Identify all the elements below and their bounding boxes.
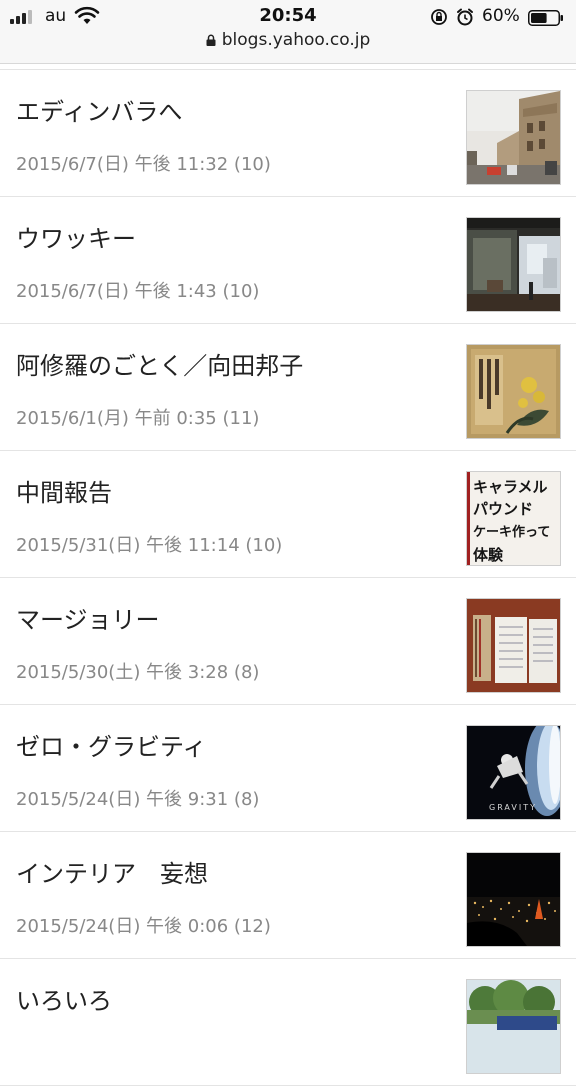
note-line: パウンド: [473, 500, 533, 518]
battery-percentage: 60%: [482, 6, 520, 26]
street-photo-thumbnail[interactable]: [466, 90, 561, 185]
post-meta: 2015/6/1(月) 午前 0:35 (11): [16, 408, 260, 429]
alarm-icon: [457, 8, 473, 26]
post-title[interactable]: ウワッキー: [16, 219, 136, 254]
post-title[interactable]: 阿修羅のごとく／向田邦子: [16, 346, 303, 381]
post-title[interactable]: エディンバラへ: [16, 92, 182, 127]
poster-title: GRAVITY: [489, 803, 537, 812]
post-meta: 2015/6/7(日) 午後 11:32 (10): [16, 154, 271, 175]
list-item[interactable]: ウワッキー 2015/6/7(日) 午後 1:43 (10): [0, 197, 576, 324]
movie-poster-photo-thumbnail[interactable]: GRAVITY: [466, 725, 561, 820]
list-item[interactable]: インテリア 妄想 2015/5/24(日) 午後 0:06 (12): [0, 832, 576, 959]
post-meta: 2015/5/24(日) 午後 9:31 (8): [16, 789, 260, 810]
notebooks-photo-thumbnail[interactable]: [466, 598, 561, 693]
note-line: 体験: [473, 546, 504, 564]
trees-photo-thumbnail[interactable]: [466, 979, 561, 1074]
post-title[interactable]: マージョリー: [16, 600, 160, 635]
cafe-window-photo-thumbnail[interactable]: [466, 217, 561, 312]
post-title[interactable]: ゼロ・グラビティ: [16, 727, 207, 762]
night-city-photo-thumbnail[interactable]: [466, 852, 561, 947]
list-item[interactable]: 阿修羅のごとく／向田邦子 2015/6/1(月) 午前 0:35 (11): [0, 324, 576, 451]
list-item[interactable]: 中間報告 2015/5/31(日) 午後 11:14 (10) キャラメル パウ…: [0, 451, 576, 578]
book-cover-photo-thumbnail[interactable]: [466, 344, 561, 439]
note-line: ケーキ作って: [473, 524, 550, 540]
status-bar: au 20:54 60% blogs.yahoo.co.jp: [0, 0, 576, 64]
post-title[interactable]: 中間報告: [16, 473, 112, 508]
post-title[interactable]: いろいろ: [16, 981, 112, 1016]
list-item[interactable]: エディンバラへ 2015/6/7(日) 午後 11:32 (10): [0, 70, 576, 197]
lock-icon: [206, 34, 216, 46]
note-line: キャラメル: [473, 478, 548, 496]
address-bar[interactable]: blogs.yahoo.co.jp: [0, 30, 576, 54]
post-meta: 2015/5/31(日) 午後 11:14 (10): [16, 535, 283, 556]
post-meta: 2015/5/30(土) 午後 3:28 (8): [16, 662, 260, 683]
post-meta: 2015/5/24(日) 午後 0:06 (12): [16, 916, 271, 937]
blog-post-list: エディンバラへ 2015/6/7(日) 午後 11:32 (10) ウワッキー …: [0, 64, 576, 1086]
handwritten-note-photo-thumbnail[interactable]: キャラメル パウンド ケーキ作って 体験: [466, 471, 561, 566]
list-item[interactable]: ゼロ・グラビティ 2015/5/24(日) 午後 9:31 (8) GRAVIT…: [0, 705, 576, 832]
battery-icon: [528, 10, 563, 26]
list-item[interactable]: いろいろ: [0, 959, 576, 1086]
post-title[interactable]: インテリア 妄想: [16, 854, 208, 889]
list-item[interactable]: マージョリー 2015/5/30(土) 午後 3:28 (8): [0, 578, 576, 705]
rotation-lock-icon: [431, 9, 447, 25]
post-meta: 2015/6/7(日) 午後 1:43 (10): [16, 281, 260, 302]
url-text: blogs.yahoo.co.jp: [221, 30, 371, 50]
